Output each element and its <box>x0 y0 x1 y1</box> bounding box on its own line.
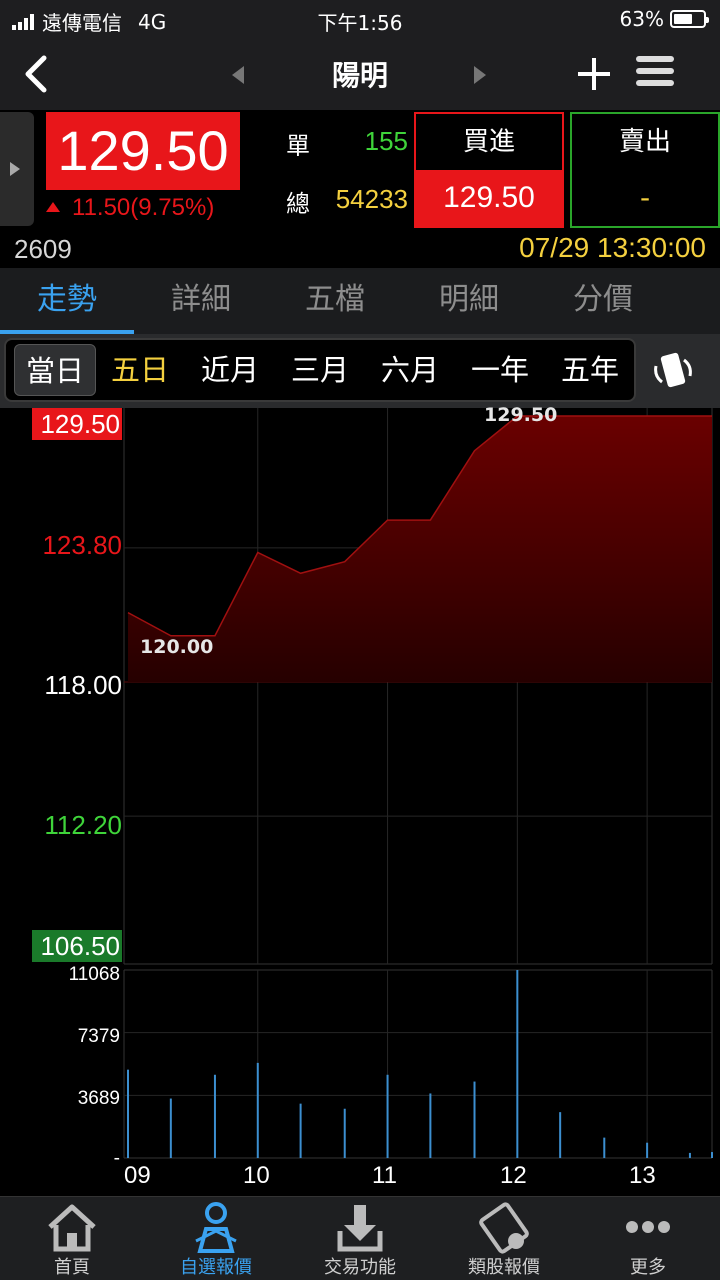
range-1y[interactable]: 一年 <box>460 344 540 396</box>
intraday-chart: 129.50 123.80 118.00 112.20 106.50 129.5… <box>0 404 720 1196</box>
x-tick-10: 10 <box>243 1162 270 1189</box>
buy-price: 129.50 <box>416 170 562 226</box>
nav-home[interactable]: 首頁 <box>0 1197 144 1280</box>
volume-bar <box>256 1062 259 1158</box>
range-bar: 當日 五日 近月 三月 六月 一年 五年 <box>0 334 720 408</box>
last-price: 129.50 <box>46 112 240 190</box>
stock-code: 2609 <box>14 234 72 264</box>
back-arrow-icon[interactable] <box>18 52 58 96</box>
y-tick-upper: 123.80 <box>42 530 122 560</box>
nav-more[interactable]: 更多 <box>576 1197 720 1280</box>
single-volume-value: 155 <box>364 126 408 156</box>
next-stock-icon[interactable] <box>474 66 486 84</box>
y-tick-lower: 112.20 <box>44 810 122 840</box>
stock-name: 陽明 <box>331 59 388 92</box>
side-drawer-handle[interactable] <box>0 112 34 226</box>
nav-bar: 陽明 <box>0 40 720 110</box>
tab-five-levels[interactable]: 五檔 <box>268 268 402 334</box>
film-strip-icon <box>479 1202 529 1254</box>
volume-bar <box>559 1112 562 1158</box>
total-volume-label: 總 <box>286 190 310 218</box>
y-tick-low: 106.50 <box>32 930 122 962</box>
nav-sector[interactable]: 類股報價 <box>432 1197 576 1280</box>
status-bar: 遠傳電信 4G 下午1:56 63% <box>0 0 720 40</box>
nav-watchlist[interactable]: 自選報價 <box>144 1197 288 1280</box>
battery-icon <box>670 10 709 28</box>
range-5y[interactable]: 五年 <box>550 344 630 396</box>
volume-tick-mid: 7379 <box>77 1026 120 1047</box>
volume-bar <box>711 1152 713 1158</box>
volume-bar <box>386 1074 389 1158</box>
volume-bar <box>646 1142 649 1158</box>
y-tick-high: 129.50 <box>32 408 122 440</box>
range-5d[interactable]: 五日 <box>100 344 180 396</box>
watchlist-person-icon <box>195 1202 237 1253</box>
clock: 下午1:56 <box>317 11 403 35</box>
quote-panel: 129.50 11.50(9.75%) 單 155 總 54233 買進 129… <box>0 110 720 268</box>
sell-label: 賣出 <box>618 127 671 157</box>
detail-tabs: 走勢 詳細 五檔 明細 分價 技 <box>0 268 720 334</box>
sell-button[interactable]: 賣出 - <box>570 112 720 228</box>
volume-bar <box>343 1108 346 1158</box>
rotate-screen-icon[interactable] <box>648 348 698 394</box>
x-tick-13: 13 <box>629 1162 656 1189</box>
chart-canvas <box>123 408 713 1159</box>
battery-percent: 63% <box>619 7 664 31</box>
add-icon[interactable] <box>574 54 614 94</box>
nav-trade[interactable]: 交易功能 <box>288 1197 432 1280</box>
volume-tick-low: 3689 <box>77 1088 120 1109</box>
bottom-nav: 首頁 自選報價 交易功能 類股報價 更多 <box>0 1196 720 1280</box>
range-6m[interactable]: 六月 <box>370 344 450 396</box>
y-tick-reference: 118.00 <box>44 670 122 700</box>
tab-trend[interactable]: 走勢 <box>0 268 134 334</box>
quote-datetime: 07/29 13:30:00 <box>519 232 706 263</box>
price-change: 11.50(9.75%) <box>46 194 214 222</box>
tab-detail[interactable]: 詳細 <box>134 268 268 334</box>
download-tray-icon <box>337 1205 383 1252</box>
up-arrow-icon <box>46 202 60 212</box>
volume-tick-zero: - <box>113 1148 120 1169</box>
menu-icon[interactable] <box>636 56 674 92</box>
single-volume-label: 單 <box>286 132 310 160</box>
x-tick-12: 12 <box>500 1162 527 1189</box>
buy-button[interactable]: 買進 129.50 <box>414 112 564 228</box>
range-3m[interactable]: 三月 <box>280 344 360 396</box>
volume-bar <box>516 970 519 1158</box>
volume-bar <box>473 1081 476 1158</box>
x-tick-09: 09 <box>124 1162 151 1189</box>
range-selector: 當日 五日 近月 三月 六月 一年 五年 <box>4 338 636 402</box>
volume-bar <box>429 1093 432 1158</box>
volume-bar <box>603 1137 606 1158</box>
low-price-annotation: 120.00 <box>140 636 214 658</box>
tab-ticks[interactable]: 明細 <box>402 268 536 334</box>
tab-technical[interactable]: 技 <box>670 268 720 334</box>
high-price-annotation: 129.50 <box>484 404 558 426</box>
volume-tick-max: 11068 <box>68 964 120 985</box>
more-dots-icon <box>626 1221 670 1233</box>
volume-bar <box>169 1098 172 1158</box>
range-1m[interactable]: 近月 <box>190 344 270 396</box>
sell-price: - <box>639 181 651 214</box>
prev-stock-icon[interactable] <box>232 66 244 84</box>
volume-bar <box>213 1074 216 1158</box>
home-icon <box>48 1204 96 1252</box>
volume-bar <box>688 1152 691 1158</box>
x-tick-11: 11 <box>372 1162 397 1189</box>
volume-bar <box>127 1069 129 1158</box>
price-area <box>128 416 712 682</box>
total-volume-value: 54233 <box>335 184 408 214</box>
volume-bar <box>299 1103 302 1158</box>
range-today[interactable]: 當日 <box>14 344 96 396</box>
buy-label: 買進 <box>462 127 515 157</box>
tab-price-volume[interactable]: 分價 <box>536 268 670 334</box>
